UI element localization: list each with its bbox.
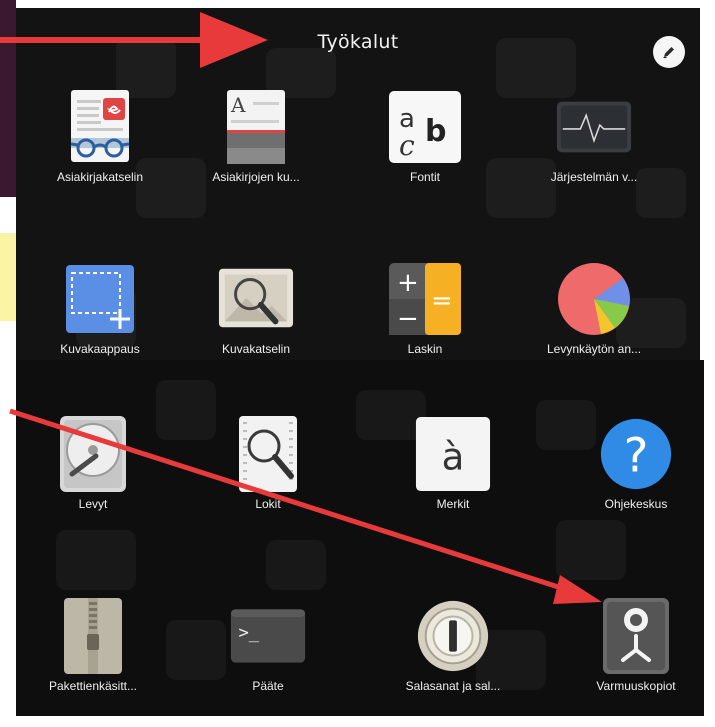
calc-plus: + bbox=[397, 268, 419, 298]
app-label: Laskin bbox=[407, 342, 443, 356]
backups-icon bbox=[597, 597, 675, 675]
disks-icon bbox=[54, 415, 132, 493]
screenshot-icon bbox=[61, 260, 139, 338]
scanner-letter: A bbox=[230, 93, 246, 117]
image-viewer-icon bbox=[217, 260, 295, 338]
app-label: Kuvakaappaus bbox=[60, 342, 140, 356]
background-ghost-icon bbox=[56, 530, 136, 590]
fonts-glyph-b: b bbox=[425, 114, 446, 149]
calc-minus: − bbox=[397, 304, 419, 334]
help-icon: ? bbox=[597, 415, 675, 493]
app-merkit[interactable]: à Merkit bbox=[368, 415, 538, 525]
app-laskin[interactable]: + − = Laskin bbox=[340, 260, 510, 360]
fonts-glyph-c: c bbox=[399, 129, 415, 162]
app-jarjestelman-valvonta[interactable]: Järjestelmän v... bbox=[509, 88, 679, 198]
app-asiakirjakatselin[interactable]: Asiakirjakatselin bbox=[16, 88, 185, 198]
edit-folder-button[interactable] bbox=[653, 36, 685, 68]
app-levynkayton-analysoija[interactable]: Levynkäytön an... bbox=[509, 260, 679, 360]
app-label: Ohjekeskus bbox=[604, 497, 668, 511]
app-pakettienkasittely[interactable]: Pakettienkäsitt... bbox=[16, 597, 178, 707]
document-scanner-icon: A bbox=[217, 88, 295, 166]
app-label: Järjestelmän v... bbox=[550, 170, 638, 184]
document-viewer-icon bbox=[61, 88, 139, 166]
app-folder-popup-lower: Levyt Lokit à Merkit ? Ohjekeskus Pakett… bbox=[16, 360, 704, 716]
app-paate[interactable]: >_ Pääte bbox=[183, 597, 353, 707]
app-label: Merkit bbox=[436, 497, 470, 511]
app-label: Pakettienkäsitt... bbox=[48, 679, 138, 693]
fonts-icon: a c b bbox=[386, 88, 464, 166]
app-ohjekeskus[interactable]: ? Ohjekeskus bbox=[551, 415, 704, 525]
characters-glyph: à bbox=[442, 436, 465, 479]
app-fontit[interactable]: a c b Fontit bbox=[340, 88, 510, 198]
background-window-edge bbox=[0, 0, 16, 197]
app-levyt[interactable]: Levyt bbox=[16, 415, 178, 525]
app-label: Kuvakatselin bbox=[221, 342, 291, 356]
disk-usage-analyzer-icon bbox=[555, 260, 633, 338]
edit-pencil-icon bbox=[663, 47, 674, 59]
app-folder-popup: Työkalut Asiakirjakatselin A Asiakirjoje… bbox=[16, 8, 700, 360]
logs-icon bbox=[229, 415, 307, 493]
background-ghost-icon bbox=[266, 540, 326, 590]
archive-manager-icon bbox=[54, 597, 132, 675]
app-asiakirjojen-kuvaus[interactable]: A Asiakirjojen ku... bbox=[171, 88, 341, 198]
app-kuvakatselin[interactable]: Kuvakatselin bbox=[171, 260, 341, 360]
app-label: Asiakirjojen ku... bbox=[212, 170, 300, 184]
app-kuvakaappaus[interactable]: Kuvakaappaus bbox=[16, 260, 185, 360]
background-ghost-icon bbox=[556, 520, 626, 580]
system-monitor-icon bbox=[555, 88, 633, 166]
app-label: Levynkäytön an... bbox=[546, 342, 642, 356]
calculator-icon: + − = bbox=[386, 260, 464, 338]
passwords-and-keys-icon bbox=[414, 597, 492, 675]
background-highlight-edge bbox=[0, 233, 16, 321]
terminal-icon: >_ bbox=[229, 597, 307, 675]
app-varmuuskopiot[interactable]: Varmuuskopiot bbox=[551, 597, 704, 707]
app-label: Pääte bbox=[252, 679, 284, 693]
app-label: Levyt bbox=[78, 497, 108, 511]
app-label: Salasanat ja sal... bbox=[405, 679, 501, 693]
app-label: Asiakirjakatselin bbox=[56, 170, 144, 184]
app-label: Varmuuskopiot bbox=[596, 679, 676, 693]
terminal-prompt: >_ bbox=[239, 623, 260, 643]
calc-equals: = bbox=[431, 286, 453, 316]
app-salasanat-ja-salausavaimet[interactable]: Salasanat ja sal... bbox=[368, 597, 538, 707]
folder-title: Työkalut bbox=[317, 31, 399, 53]
characters-icon: à bbox=[414, 415, 492, 493]
help-glyph: ? bbox=[624, 430, 649, 484]
app-label: Fontit bbox=[409, 170, 440, 184]
app-lokit[interactable]: Lokit bbox=[183, 415, 353, 525]
app-label: Lokit bbox=[255, 497, 281, 511]
